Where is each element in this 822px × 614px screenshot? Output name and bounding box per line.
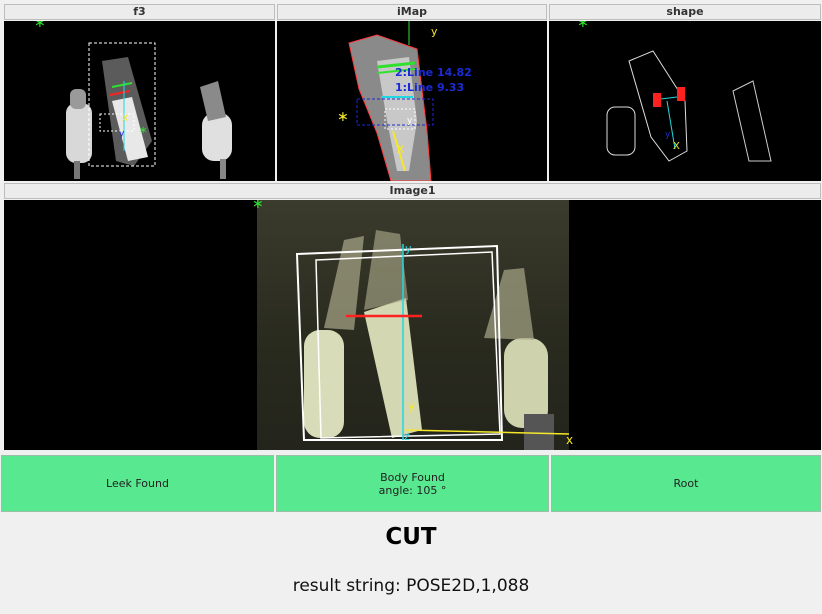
imap-line1-label: 1:Line 9.33 bbox=[395, 81, 464, 94]
f3-view[interactable]: ∗ y X ∗ bbox=[4, 21, 275, 181]
image1-axis-z-label: z bbox=[404, 430, 410, 443]
shape-axis-x-label: X bbox=[673, 141, 680, 152]
image1-axis-y2-label: y bbox=[408, 399, 415, 413]
status-root[interactable]: Root bbox=[551, 455, 821, 512]
status-body-found[interactable]: Body Found angle: 105 ° bbox=[276, 455, 549, 512]
verdict-label: CUT bbox=[385, 524, 437, 550]
svg-text:∗: ∗ bbox=[337, 109, 349, 125]
image1-view[interactable]: ∗ y y x z bbox=[4, 200, 821, 450]
svg-text:∗: ∗ bbox=[252, 200, 264, 212]
svg-text:∗: ∗ bbox=[577, 21, 589, 31]
status-body-label: Body Found bbox=[380, 470, 445, 484]
svg-text:∗: ∗ bbox=[139, 125, 147, 136]
shape-axis-y-label: y bbox=[665, 130, 671, 140]
status-row: Leek Found Body Found angle: 105 ° Root bbox=[0, 453, 822, 514]
pane-title-imap: iMap bbox=[277, 4, 547, 20]
status-root-label: Root bbox=[673, 477, 699, 490]
status-body-angle: angle: 105 ° bbox=[378, 483, 447, 497]
pane-title-f3: f3 bbox=[4, 4, 275, 20]
pane-title-image1: Image1 bbox=[4, 183, 821, 199]
f3-marker-icon: ∗ bbox=[34, 21, 46, 31]
pane-title-shape: shape bbox=[549, 4, 821, 20]
shape-view[interactable]: ∗ y X bbox=[549, 21, 821, 181]
svg-text:y: y bbox=[407, 116, 413, 126]
status-leek-found[interactable]: Leek Found bbox=[1, 455, 274, 512]
f3-axis-y-label: y bbox=[119, 129, 125, 139]
image1-axis-y-label: y bbox=[405, 242, 412, 255]
result-area: CUT result string: POSE2D,1,088 bbox=[0, 514, 822, 614]
imap-line2-label: 2:Line 14.82 bbox=[395, 66, 472, 79]
result-string: result string: POSE2D,1,088 bbox=[292, 576, 530, 596]
status-leek-label: Leek Found bbox=[106, 477, 169, 490]
imap-view[interactable]: y 2:Line 14.82 1:Line 9.33 y X ∗ bbox=[277, 21, 547, 181]
image1-axis-x-label: x bbox=[566, 433, 573, 447]
f3-axis-x-label: X bbox=[122, 114, 128, 124]
imap-axis-y-label: y bbox=[431, 25, 438, 38]
